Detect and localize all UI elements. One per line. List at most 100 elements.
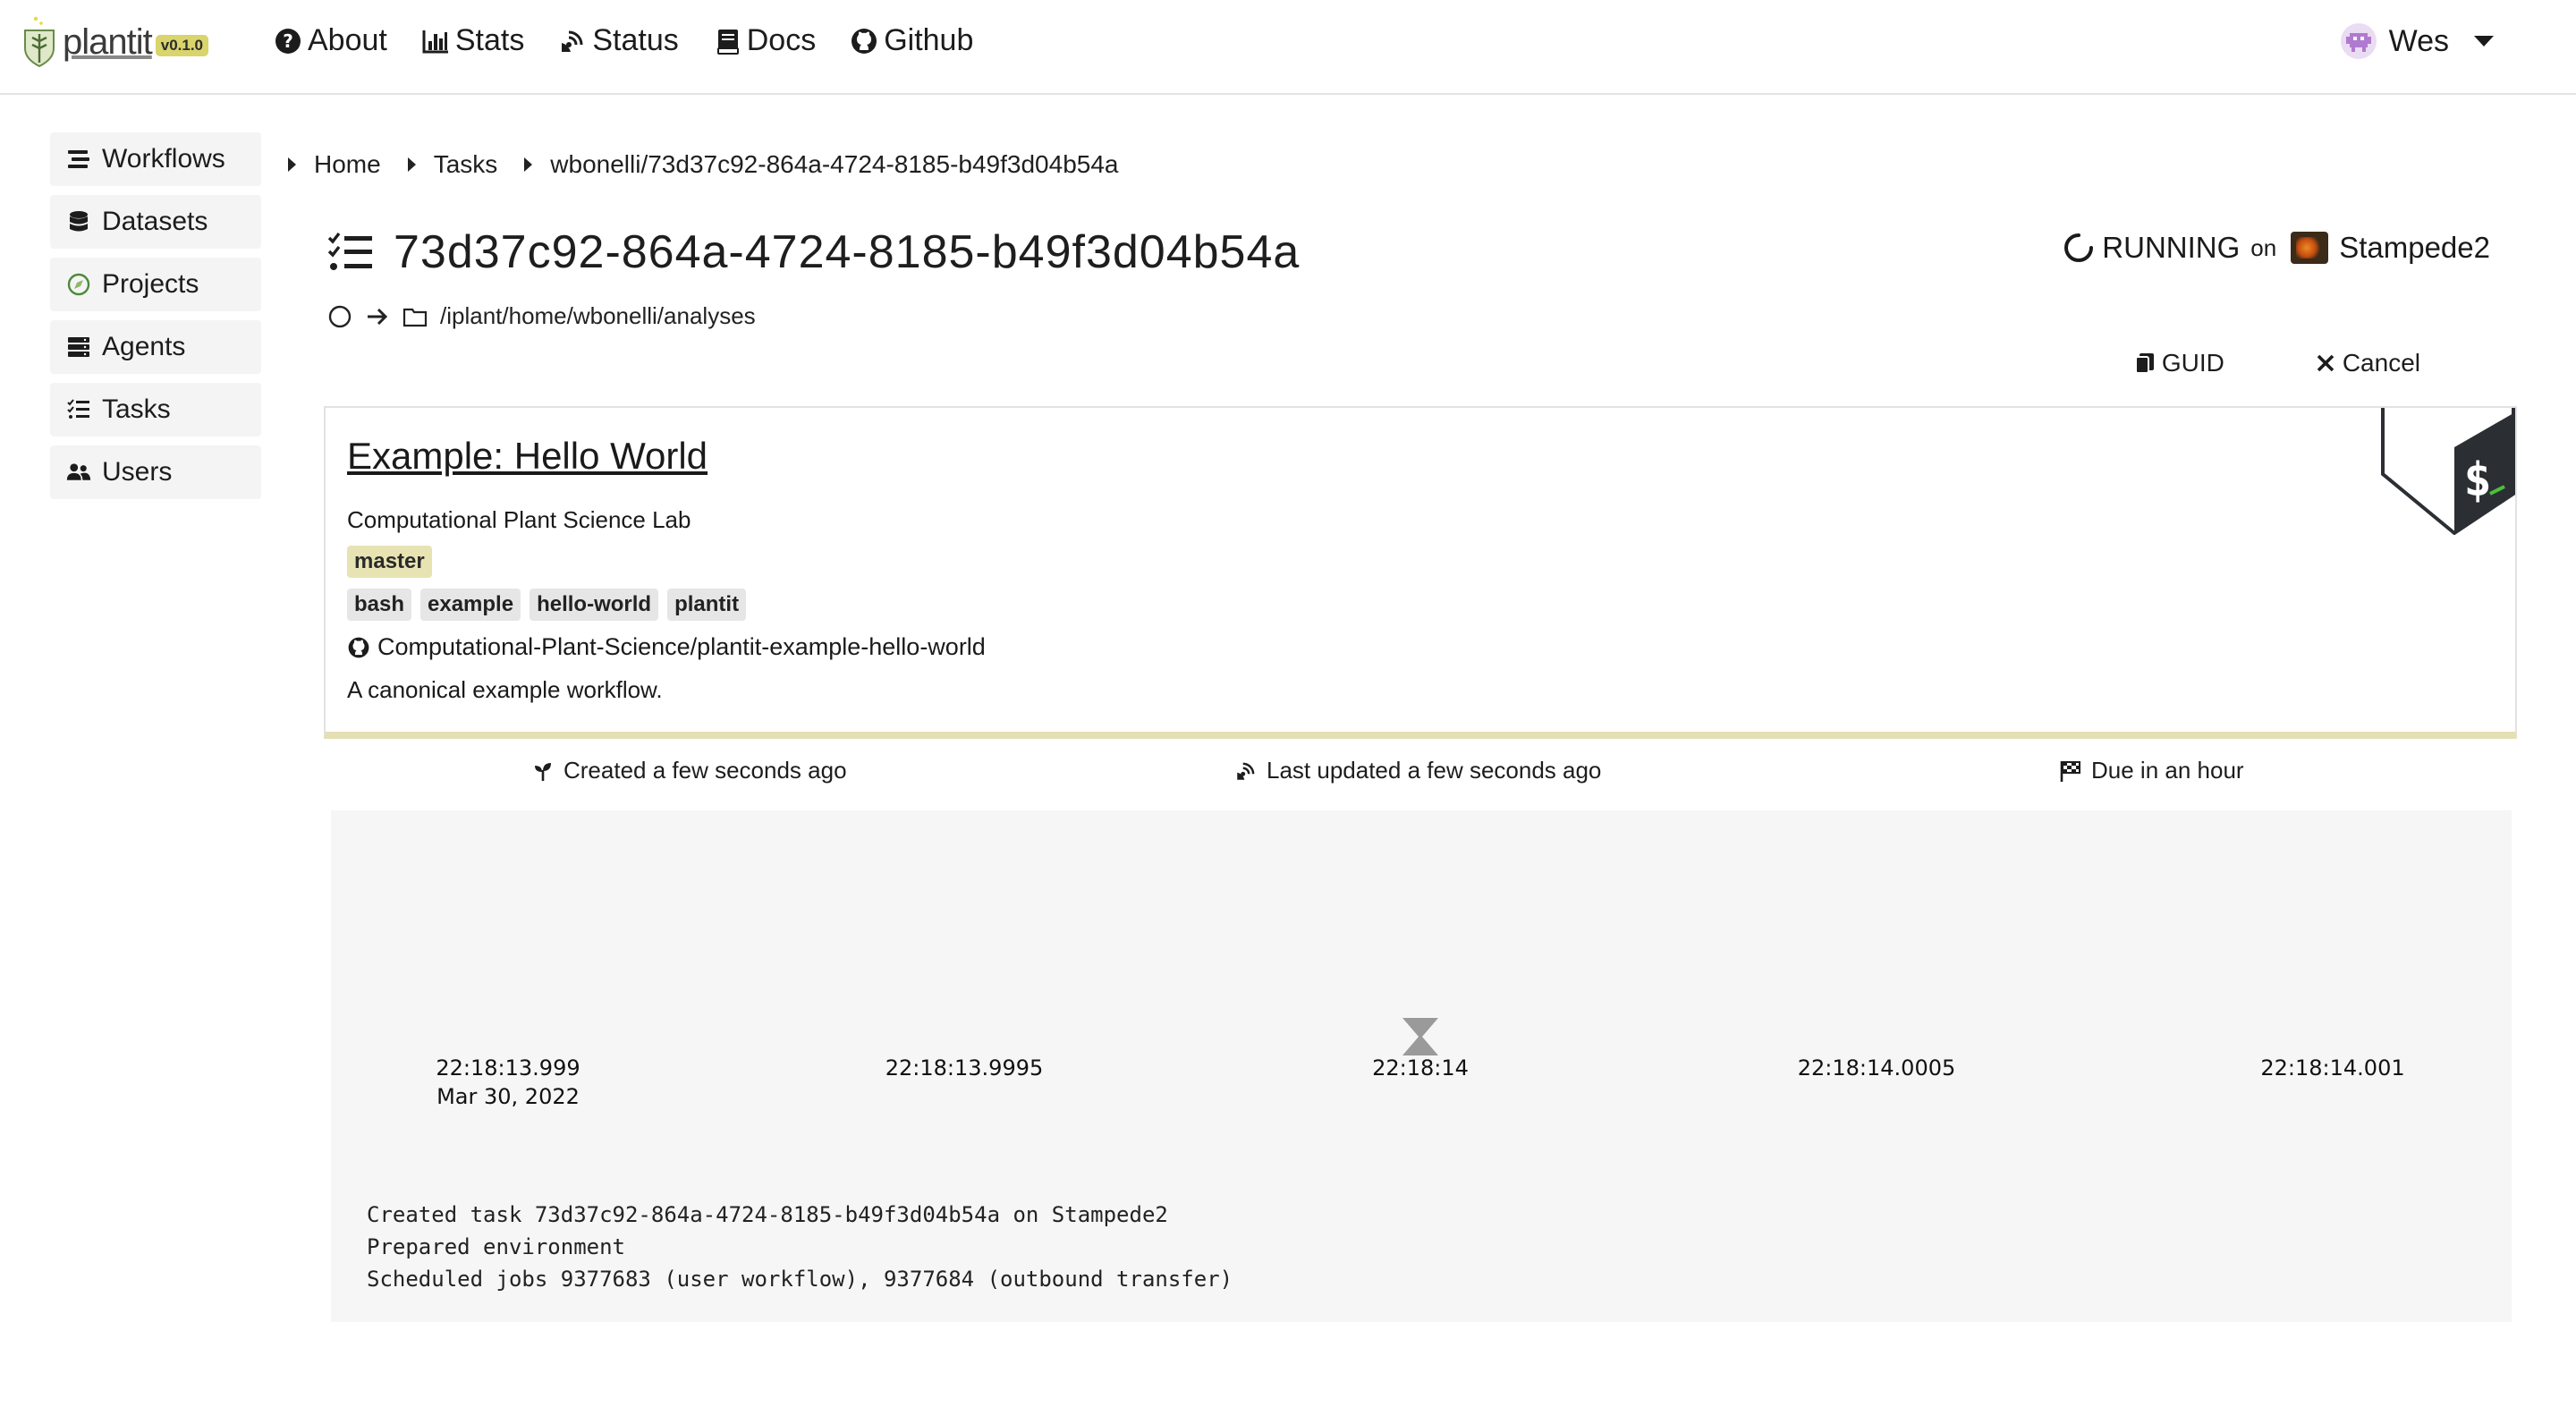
log-line: Created task 73d37c92-864a-4724-8185-b49…	[367, 1202, 1168, 1227]
user-menu[interactable]: Wes	[2340, 23, 2494, 59]
breadcrumb-label[interactable]: Home	[314, 150, 381, 179]
svg-text:?: ?	[283, 30, 293, 52]
github-icon	[348, 637, 369, 657]
nav-docs-label[interactable]: Docs	[747, 23, 816, 58]
users-icon	[66, 463, 91, 480]
sidebar-item-label[interactable]: Users	[102, 457, 172, 487]
plantit-logo-icon	[24, 16, 55, 68]
tick-label: 22:18:14.0005	[1797, 1055, 1956, 1081]
sidebar-item-label[interactable]: Agents	[102, 332, 185, 362]
due-meta: Due in an hour	[2059, 757, 2244, 784]
satellite-dish-icon	[1237, 762, 1255, 780]
server-icon	[68, 337, 89, 357]
tick-label: 22:18:13.999	[436, 1055, 580, 1081]
close-icon	[2317, 354, 2334, 372]
nav-github-label[interactable]: Github	[884, 23, 973, 58]
breadcrumb-home[interactable]: Home	[288, 150, 381, 179]
task-timeline[interactable]: 22:18:13.999 Mar 30, 2022 22:18:13.9995 2…	[331, 810, 2512, 1322]
stream-icon	[68, 150, 89, 168]
satellite-dish-icon	[562, 30, 583, 52]
tick-label: 22:18:14	[1372, 1055, 1469, 1081]
workflow-card: Example: Hello World Computational Plant…	[324, 406, 2517, 739]
workflow-repo[interactable]: Computational-Plant-Science/plantit-exam…	[347, 633, 986, 661]
cluster-name[interactable]: Stampede2	[2339, 231, 2490, 265]
topic-tags: bash example hello-world plantit	[347, 589, 755, 621]
updated-meta: Last updated a few seconds ago	[1234, 757, 1601, 784]
guid-label[interactable]: GUID	[2162, 349, 2224, 377]
sidebar-item-label[interactable]: Tasks	[102, 394, 171, 425]
topic-badge: example	[420, 589, 521, 621]
timeline-tick: 22:18:13.999 Mar 30, 2022	[436, 1055, 580, 1109]
task-log: Created task 73d37c92-864a-4724-8185-b49…	[367, 1199, 1233, 1295]
brand-logo[interactable]: plantit v0.1.0	[20, 13, 209, 72]
caret-right-icon	[288, 157, 296, 172]
svg-text:$: $	[2463, 453, 2491, 507]
tick-date: Mar 30, 2022	[436, 1084, 580, 1109]
status-text: RUNNING	[2102, 231, 2241, 264]
nav-github[interactable]: Github	[850, 23, 973, 58]
cancel-label[interactable]: Cancel	[2343, 349, 2420, 377]
sidebar-item-label[interactable]: Datasets	[102, 207, 208, 237]
compass-icon	[67, 273, 90, 296]
workflow-repo-name[interactable]: Computational-Plant-Science/plantit-exam…	[377, 633, 986, 661]
brand-name[interactable]: plantit	[63, 22, 153, 63]
sidebar-item-tasks[interactable]: Tasks	[50, 383, 261, 437]
timeline-event-marker-icon[interactable]	[1402, 1018, 1438, 1055]
folder-icon	[402, 308, 428, 326]
nav-status-label[interactable]: Status	[592, 23, 678, 58]
user-name[interactable]: Wes	[2389, 24, 2449, 59]
nav-status[interactable]: Status	[558, 23, 679, 58]
bash-logo-icon: $	[2381, 408, 2515, 535]
output-path: /iplant/home/wbonelli/analyses	[327, 302, 756, 330]
nav-stats-label[interactable]: Stats	[455, 23, 524, 58]
workflow-title[interactable]: Example: Hello World	[347, 435, 708, 478]
chevron-down-icon[interactable]	[2474, 36, 2494, 47]
timeline-tick: 22:18:14.0005	[1798, 1055, 1956, 1081]
sidebar-item-label[interactable]: Projects	[102, 269, 199, 300]
task-timing: Created a few seconds ago Last updated a…	[324, 757, 2517, 787]
page-title: 73d37c92-864a-4724-8185-b49f3d04b54a	[327, 225, 1300, 279]
created-text: Created a few seconds ago	[564, 757, 847, 784]
status-on-label: on	[2250, 233, 2277, 261]
github-icon	[852, 28, 877, 54]
caret-right-icon	[524, 157, 533, 172]
alien-avatar-icon	[2340, 23, 2377, 59]
breadcrumb: Home Tasks wbonelli/73d37c92-864a-4724-8…	[288, 150, 1145, 179]
sidebar-item-users[interactable]: Users	[50, 445, 261, 499]
updated-text: Last updated a few seconds ago	[1267, 757, 1602, 784]
sidebar-item-projects[interactable]: Projects	[50, 258, 261, 311]
guid-button[interactable]: GUID	[2133, 349, 2224, 377]
tasks-icon	[327, 232, 372, 270]
sidebar-item-workflows[interactable]: Workflows	[50, 132, 261, 186]
breadcrumb-label[interactable]: Tasks	[434, 150, 498, 179]
bar-chart-icon	[422, 30, 448, 53]
nav-links: ? About Stats Status Docs Github	[274, 23, 973, 58]
tasks-icon	[67, 399, 89, 419]
workflow-description: A canonical example workflow.	[347, 676, 663, 703]
log-line: Scheduled jobs 9377683 (user workflow), …	[367, 1267, 1233, 1292]
book-icon	[716, 29, 739, 55]
task-id: 73d37c92-864a-4724-8185-b49f3d04b54a	[394, 226, 1301, 278]
breadcrumb-label[interactable]: wbonelli/73d37c92-864a-4724-8185-b49f3d0…	[550, 150, 1118, 179]
topic-badge: plantit	[667, 589, 747, 621]
timeline-tick: 22:18:14.001	[2260, 1055, 2404, 1081]
sidebar: Workflows Datasets Projects Agents Tasks…	[50, 132, 261, 499]
version-badge: v0.1.0	[155, 35, 209, 56]
breadcrumb-tasks[interactable]: Tasks	[407, 150, 498, 179]
sidebar-item-agents[interactable]: Agents	[50, 320, 261, 374]
tick-label: 22:18:14.001	[2260, 1055, 2405, 1081]
tick-label: 22:18:13.9995	[885, 1055, 1044, 1081]
sidebar-item-label[interactable]: Workflows	[102, 144, 225, 174]
cancel-button[interactable]: Cancel	[2314, 349, 2420, 377]
breadcrumb-task[interactable]: wbonelli/73d37c92-864a-4724-8185-b49f3d0…	[524, 150, 1118, 179]
nav-about[interactable]: ? About	[274, 23, 387, 58]
log-line: Prepared environment	[367, 1234, 625, 1259]
branch-badge: master	[347, 546, 432, 578]
seedling-icon	[535, 762, 551, 781]
nav-about-label[interactable]: About	[308, 23, 387, 58]
output-path-text[interactable]: /iplant/home/wbonelli/analyses	[440, 302, 756, 330]
task-actions: GUID Cancel	[2133, 349, 2420, 377]
nav-stats[interactable]: Stats	[421, 23, 524, 58]
sidebar-item-datasets[interactable]: Datasets	[50, 195, 261, 249]
nav-docs[interactable]: Docs	[713, 23, 816, 58]
